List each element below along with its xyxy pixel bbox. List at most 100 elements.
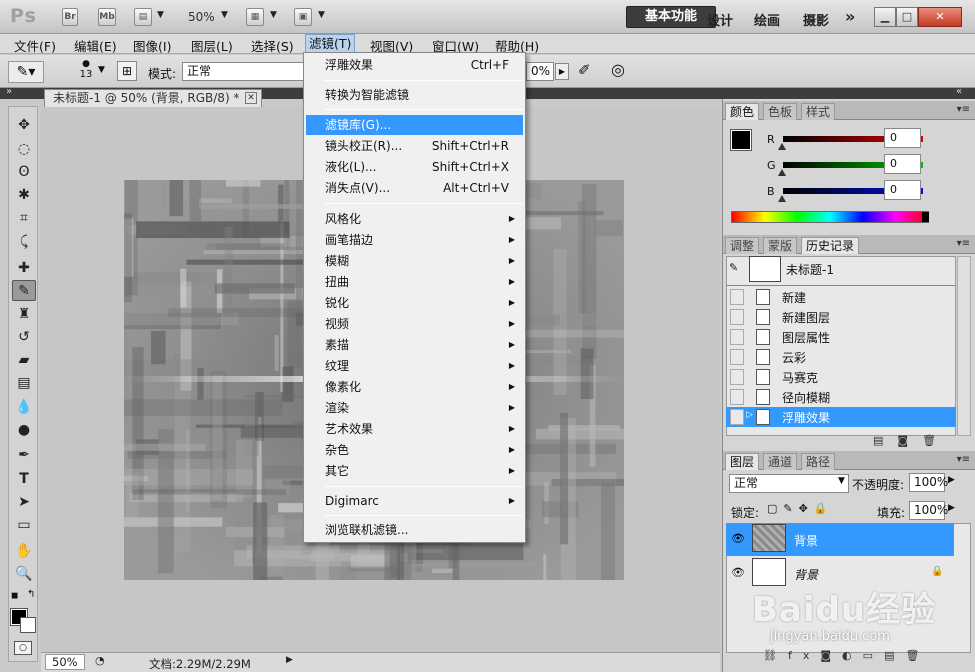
chevron-down-icon[interactable]: ▼: [270, 10, 277, 20]
menu-item-convert-smart-filters[interactable]: 转换为智能滤镜: [306, 85, 523, 105]
new-layer-icon[interactable]: ▤: [884, 649, 905, 662]
brush-tool-preset-icon[interactable]: ✎▾: [8, 61, 44, 83]
spectrum-black-swatch[interactable]: [922, 212, 929, 222]
panel-menu-icon[interactable]: ▾≡: [957, 104, 970, 115]
dodge-tool-icon[interactable]: ●: [12, 419, 36, 440]
minimize-button[interactable]: ▁: [874, 7, 896, 27]
lock-all-icon[interactable]: 🔒: [814, 502, 834, 515]
submenu-render[interactable]: 渲染 ▶: [306, 398, 523, 418]
view-extras-button[interactable]: ▤: [134, 8, 152, 26]
layer-mask-icon[interactable]: ◙: [820, 649, 842, 662]
layer-name[interactable]: 背景: [794, 566, 818, 583]
zoom-tool-icon[interactable]: 🔍: [12, 563, 36, 584]
screen-mode-button[interactable]: ▣: [294, 8, 312, 26]
color-panel-foreground-swatch[interactable]: [730, 129, 752, 151]
menu-item-last-filter[interactable]: 浮雕效果 Ctrl+F: [306, 55, 523, 75]
blue-value-input[interactable]: 0: [884, 180, 921, 200]
tab-adjustments[interactable]: 调整: [725, 237, 760, 254]
lock-pixels-icon[interactable]: ✎: [783, 502, 798, 515]
workspace-essentials-button[interactable]: 基本功能: [626, 6, 716, 28]
chevron-down-icon[interactable]: ▼: [838, 476, 845, 486]
quick-selection-tool-icon[interactable]: ✱: [12, 184, 36, 205]
menu-item-filter-gallery[interactable]: 滤镜库(G)...: [306, 115, 523, 135]
background-color-swatch[interactable]: [20, 617, 36, 633]
crop-tool-icon[interactable]: ⌗: [12, 207, 36, 228]
submenu-noise[interactable]: 杂色 ▶: [306, 440, 523, 460]
red-slider-handle[interactable]: [778, 143, 786, 150]
submenu-digimarc[interactable]: Digimarc ▶: [306, 491, 523, 511]
history-source-checkbox[interactable]: [730, 369, 744, 385]
delete-state-icon[interactable]: 🗑: [922, 434, 950, 447]
submenu-pixelate[interactable]: 像素化 ▶: [306, 377, 523, 397]
move-tool-icon[interactable]: ✥: [12, 114, 36, 135]
submenu-other[interactable]: 其它 ▶: [306, 461, 523, 481]
workspace-painting-button[interactable]: 绘画: [754, 10, 780, 29]
red-value-input[interactable]: 0: [884, 128, 921, 148]
submenu-distort[interactable]: 扭曲 ▶: [306, 272, 523, 292]
submenu-sharpen[interactable]: 锐化 ▶: [306, 293, 523, 313]
panel-menu-icon[interactable]: ▾≡: [957, 454, 970, 465]
snapshot-label[interactable]: 未标题-1: [786, 261, 834, 278]
collapse-arrows-icon[interactable]: »: [6, 86, 12, 97]
new-snapshot-icon[interactable]: ◙: [897, 434, 922, 447]
history-step-selected[interactable]: ▷ 浮雕效果: [726, 407, 956, 427]
document-tab[interactable]: 未标题-1 @ 50% (背景, RGB/8) * ✕: [44, 89, 262, 107]
adjustment-layer-icon[interactable]: ◐: [842, 649, 863, 662]
chevron-down-icon[interactable]: ▼: [318, 10, 325, 20]
chevron-down-icon[interactable]: ▼: [221, 10, 228, 20]
tab-layers[interactable]: 图层: [725, 453, 760, 470]
menu-filter[interactable]: 滤镜(T): [305, 34, 356, 54]
bridge-button[interactable]: Br: [62, 8, 78, 26]
history-step[interactable]: 云彩: [726, 347, 956, 367]
menu-item-vanishing-point[interactable]: 消失点(V)... Alt+Ctrl+V: [306, 178, 523, 198]
chevron-right-icon[interactable]: ▶: [948, 475, 955, 485]
zoom-level-select[interactable]: 50%: [188, 10, 215, 24]
panel-menu-icon[interactable]: ▾≡: [957, 238, 970, 249]
gradient-tool-icon[interactable]: ▤: [12, 372, 36, 393]
green-value-input[interactable]: 0: [884, 154, 921, 174]
fill-input[interactable]: 100%: [909, 501, 948, 520]
close-button[interactable]: ✕: [918, 7, 962, 27]
eyedropper-tool-icon[interactable]: ⤹: [12, 231, 36, 252]
default-colors-icon[interactable]: ◼: [11, 591, 18, 601]
menu-select[interactable]: 选择(S): [249, 36, 296, 55]
lock-transparent-icon[interactable]: ▢: [767, 502, 783, 515]
menu-image[interactable]: 图像(I): [131, 36, 173, 55]
brush-panel-toggle-icon[interactable]: ⊞: [117, 61, 137, 81]
status-info-icon[interactable]: ◔: [95, 654, 105, 667]
delete-layer-icon[interactable]: 🗑: [905, 649, 930, 662]
history-source-checkbox[interactable]: [730, 289, 744, 305]
lasso-tool-icon[interactable]: ʘ: [12, 161, 36, 182]
menu-item-liquify[interactable]: 液化(L)... Shift+Ctrl+X: [306, 157, 523, 177]
tab-history[interactable]: 历史记录: [801, 237, 860, 254]
chevron-right-icon[interactable]: ▶: [286, 655, 293, 665]
minibridge-button[interactable]: Mb: [98, 8, 116, 26]
blur-tool-icon[interactable]: 💧: [12, 396, 36, 417]
layer-style-icon[interactable]: fx: [788, 649, 820, 662]
history-source-checkbox[interactable]: [730, 409, 744, 425]
submenu-sketch[interactable]: 素描 ▶: [306, 335, 523, 355]
brush-tool-icon[interactable]: ✎: [12, 280, 36, 301]
menu-file[interactable]: 文件(F): [12, 36, 58, 55]
marquee-tool-icon[interactable]: ◌: [12, 138, 36, 159]
new-document-from-state-icon[interactable]: ▤: [873, 434, 897, 447]
pen-tool-icon[interactable]: ✒: [12, 444, 36, 465]
submenu-brush-strokes[interactable]: 画笔描边 ▶: [306, 230, 523, 250]
blend-mode-select[interactable]: 正常: [729, 474, 849, 493]
arrange-documents-button[interactable]: ▦: [246, 8, 264, 26]
healing-brush-tool-icon[interactable]: ✚: [12, 257, 36, 278]
collapse-arrows-icon[interactable]: «: [956, 86, 962, 97]
maximize-button[interactable]: □: [896, 7, 918, 27]
history-source-checkbox[interactable]: [730, 329, 744, 345]
color-spectrum-ramp[interactable]: [731, 211, 929, 223]
history-step[interactable]: 图层属性: [726, 327, 956, 347]
quick-mask-icon[interactable]: ○: [14, 641, 32, 655]
menu-edit[interactable]: 编辑(E): [72, 36, 119, 55]
tab-styles[interactable]: 样式: [801, 103, 836, 120]
airbrush-icon[interactable]: ✐: [578, 61, 591, 79]
history-step[interactable]: 新建图层: [726, 307, 956, 327]
submenu-artistic[interactable]: 艺术效果 ▶: [306, 419, 523, 439]
workspace-photography-button[interactable]: 摄影: [803, 10, 829, 29]
submenu-stylize[interactable]: 风格化 ▶: [306, 209, 523, 229]
link-layers-icon[interactable]: ⛓: [763, 649, 788, 662]
